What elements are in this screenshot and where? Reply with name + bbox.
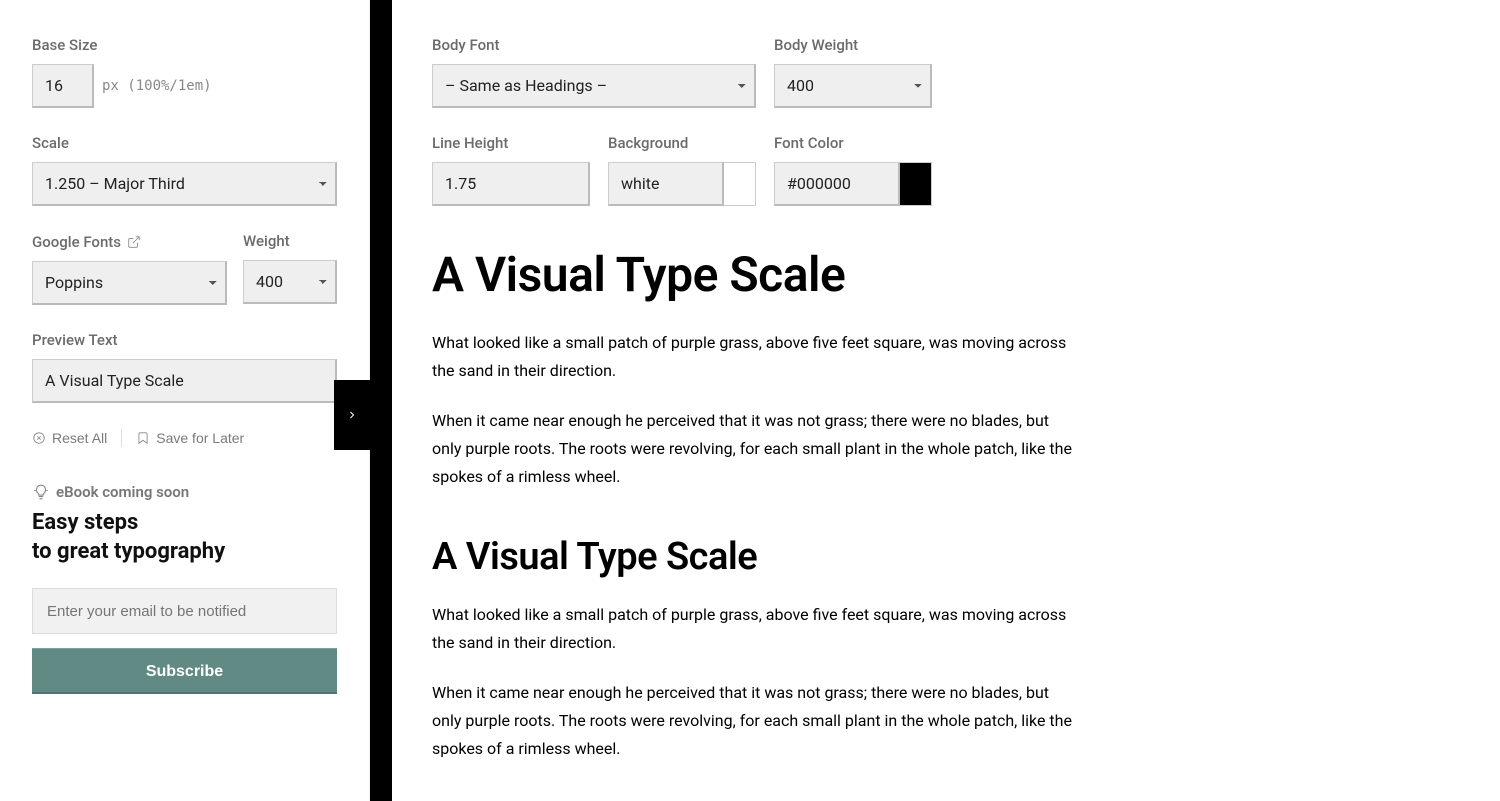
preview-paragraph: When it came near enough he perceived th… <box>432 679 1072 763</box>
collapse-handle[interactable] <box>334 380 370 450</box>
reset-all-button[interactable]: Reset All <box>32 430 107 446</box>
line-height-label: Line Height <box>432 134 590 152</box>
line-height-input[interactable] <box>432 162 590 206</box>
preview-paragraph: What looked like a small patch of purple… <box>432 329 1072 385</box>
body-weight-label: Body Weight <box>774 36 932 54</box>
chevron-right-icon <box>346 405 358 425</box>
font-color-input[interactable] <box>774 162 900 206</box>
body-font-select[interactable]: – Same as Headings – <box>432 64 756 108</box>
weight-label: Weight <box>243 232 337 250</box>
promo-section: eBook coming soon Easy steps to great ty… <box>32 483 337 694</box>
type-preview: A Visual Type Scale What looked like a s… <box>432 246 1460 763</box>
weight-select[interactable]: 400 <box>243 260 337 304</box>
body-weight-select[interactable]: 400 <box>774 64 932 108</box>
lightbulb-icon <box>32 483 50 501</box>
preview-text-input[interactable] <box>32 359 337 403</box>
body-font-label: Body Font <box>432 36 756 54</box>
google-fonts-label[interactable]: Google Fonts <box>32 233 141 251</box>
preview-heading-2: A Visual Type Scale <box>432 535 1460 579</box>
scale-label: Scale <box>32 134 337 152</box>
preview-text-group: Preview Text <box>32 331 337 403</box>
font-color-swatch[interactable] <box>900 162 932 206</box>
external-link-icon <box>127 235 141 249</box>
base-size-group: Base Size px (100%/1em) <box>32 36 337 108</box>
settings-sidebar: Base Size px (100%/1em) Scale 1.250 – Ma… <box>0 0 370 801</box>
font-color-label: Font Color <box>774 134 932 152</box>
base-size-hint: px (100%/1em) <box>102 78 212 94</box>
background-label: Background <box>608 134 756 152</box>
scale-group: Scale 1.250 – Major Third <box>32 134 337 206</box>
scale-select[interactable]: 1.250 – Major Third <box>32 162 337 206</box>
save-for-later-button[interactable]: Save for Later <box>136 430 244 446</box>
resize-divider[interactable] <box>370 0 392 801</box>
email-input[interactable] <box>32 588 337 634</box>
preview-paragraph: When it came near enough he perceived th… <box>432 407 1072 491</box>
base-size-input[interactable] <box>32 64 94 108</box>
preview-paragraph: What looked like a small patch of purple… <box>432 601 1072 657</box>
bookmark-icon <box>136 431 150 445</box>
promo-tag: eBook coming soon <box>32 483 189 501</box>
preview-text-label: Preview Text <box>32 331 337 349</box>
background-swatch[interactable] <box>724 162 756 206</box>
promo-title: Easy steps to great typography <box>32 509 337 566</box>
preview-pane: Body Font – Same as Headings – Body Weig… <box>392 0 1500 801</box>
google-fonts-select[interactable]: Poppins <box>32 261 227 305</box>
background-input[interactable] <box>608 162 724 206</box>
base-size-label: Base Size <box>32 36 337 54</box>
subscribe-button[interactable]: Subscribe <box>32 648 337 694</box>
preview-heading-1: A Visual Type Scale <box>432 246 1460 303</box>
action-divider <box>121 429 122 447</box>
close-circle-icon <box>32 431 46 445</box>
